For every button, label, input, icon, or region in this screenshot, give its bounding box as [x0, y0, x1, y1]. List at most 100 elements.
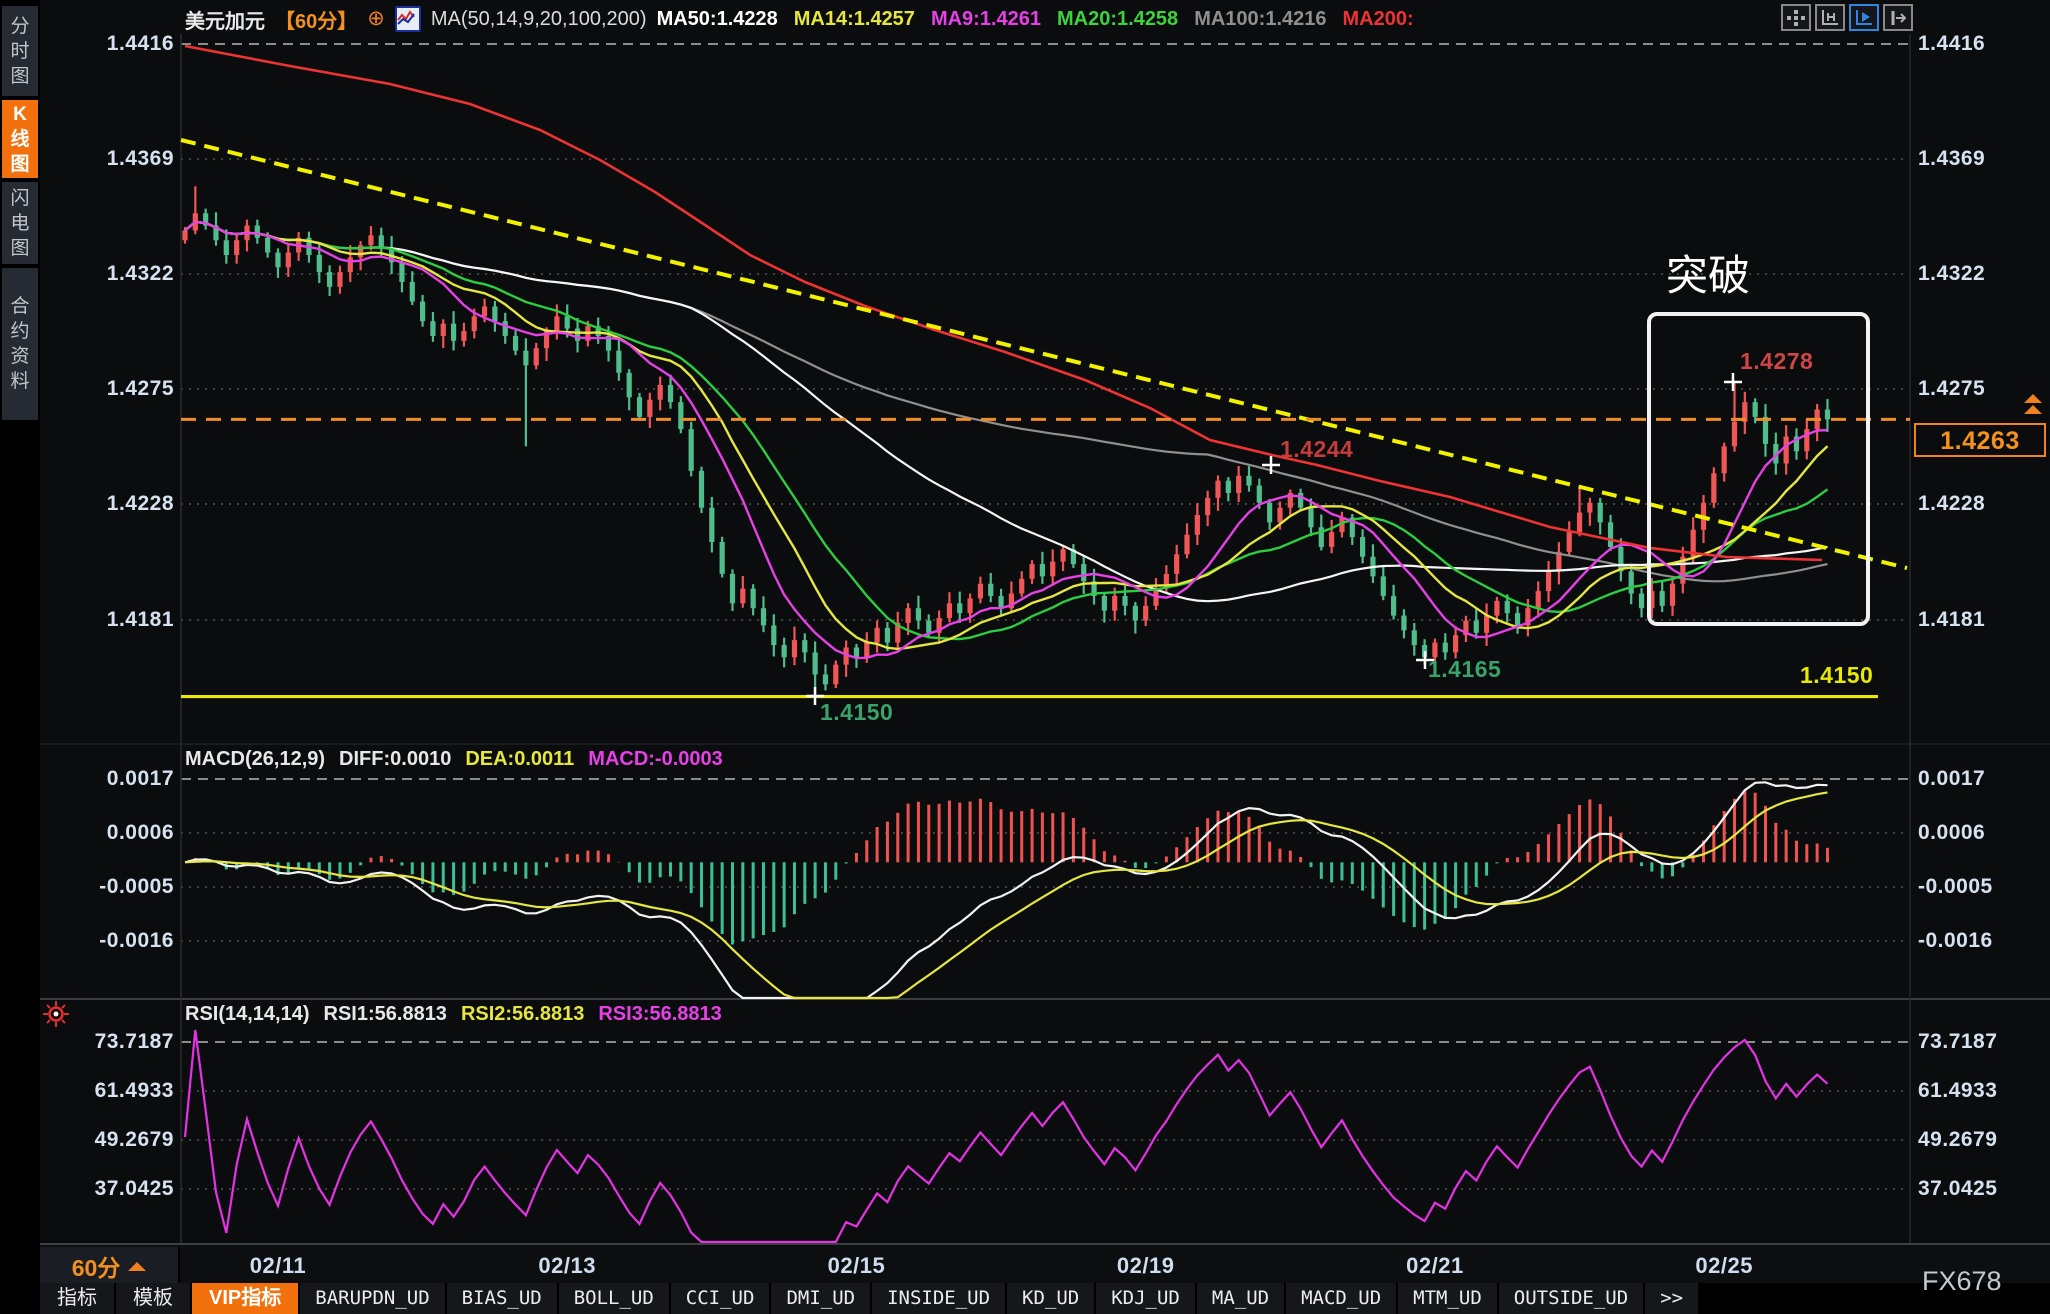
- indicator-tab-macd_ud[interactable]: MACD_UD: [1286, 1283, 1398, 1314]
- ma-legend: MA50:1.4228MA14:1.4257MA9:1.4261MA20:1.4…: [657, 8, 1414, 31]
- date-tick-label: 02/25: [1654, 1253, 1794, 1279]
- indicator-tab-barupdn_ud[interactable]: BARUPDN_UD: [300, 1283, 446, 1314]
- date-tick-label: 02/19: [1076, 1253, 1216, 1279]
- price-annotation: 1.4278: [1740, 348, 1813, 375]
- chart-canvas: [0, 0, 2050, 1314]
- ma-legend-item: MA100:1.4216: [1194, 8, 1326, 31]
- period-badge[interactable]: 【60分】: [275, 5, 357, 34]
- axis-tick-label: 1.4275: [1918, 377, 1985, 401]
- indicator-value: RSI1:56.8813: [324, 1003, 447, 1026]
- ma14-line: [185, 222, 1828, 649]
- axis-tick-label: 1.4416: [1918, 32, 1985, 56]
- ma9-line: [185, 222, 1828, 658]
- axis-tick-label: 61.4933: [1918, 1079, 1997, 1103]
- period-indicator[interactable]: 60分: [40, 1247, 180, 1285]
- trading-terminal: 分时图 K线图闪电图合约资料 美元加元 【60分】 ⊕ MA(50,14,9,20…: [0, 0, 2050, 1314]
- sidebar: 分时图 K线图闪电图合约资料: [0, 0, 40, 1314]
- axis-tick-label: 0.0017: [1918, 767, 1985, 791]
- axis-tick-label: 49.2679: [42, 1128, 174, 1152]
- ma-legend-item: MA200:: [1343, 8, 1414, 31]
- axis-tick-label: 0.0006: [42, 821, 174, 845]
- axis-tick-label: -0.0005: [1918, 875, 1993, 899]
- indicator-tab-指标[interactable]: 指标: [40, 1283, 116, 1314]
- axis-tick-label: 1.4322: [42, 262, 174, 286]
- axis-tick-label: 1.4369: [42, 147, 174, 171]
- rsi-line: [185, 1030, 1828, 1242]
- sidebar-item-2[interactable]: K线图: [2, 100, 38, 178]
- chart-header: 美元加元 【60分】 ⊕ MA(50,14,9,20,100,200) MA50…: [185, 6, 1414, 32]
- axis-scale-button[interactable]: [1815, 4, 1845, 31]
- period-up-arrow-icon: [128, 1262, 146, 1271]
- axis-tick-label: -0.0016: [42, 929, 174, 953]
- indicator-tab-kdj_ud[interactable]: KDJ_UD: [1096, 1283, 1197, 1314]
- axis-tick-label: 1.4181: [1918, 608, 1985, 632]
- axis-tick-label: 1.4369: [1918, 147, 1985, 171]
- indicator-tab-inside_ud[interactable]: INSIDE_UD: [872, 1283, 1007, 1314]
- period-indicator-label: 60分: [72, 1249, 121, 1283]
- watermark: FX678: [1922, 1266, 2002, 1297]
- date-axis-strip: 60分 02/11 02/13 02/15 02/19 02/21 02/25: [40, 1243, 2050, 1285]
- price-annotation: 1.4150: [1800, 662, 1873, 689]
- rsi-title: RSI(14,14,14): [185, 1003, 310, 1026]
- crosshair-circle-icon[interactable]: ⊕: [367, 9, 385, 29]
- indicator-tab-bar: 指标模板VIP指标BARUPDN_UDBIAS_UDBOLL_UDCCI_UDD…: [40, 1283, 2050, 1314]
- axis-tick-label: 1.4275: [42, 377, 174, 401]
- date-tick-label: 02/11: [208, 1253, 348, 1279]
- axis-tick-label: 1.4228: [42, 492, 174, 516]
- indicator-tab-more[interactable]: >>: [1645, 1283, 1700, 1314]
- axis-tick-label: 1.4228: [1918, 492, 1985, 516]
- ma200-line: [185, 46, 1822, 560]
- indicator-value: MACD:-0.0003: [588, 748, 722, 771]
- ma50-line: [185, 222, 1828, 601]
- macd-dea-line: [185, 792, 1828, 998]
- axis-tick-label: 1.4416: [42, 32, 174, 56]
- axis-tick-label: 1.4181: [42, 608, 174, 632]
- indicator-value: DEA:0.0011: [465, 748, 574, 771]
- indicator-tab-mtm_ud[interactable]: MTM_UD: [1398, 1283, 1499, 1314]
- axis-tick-label: 73.7187: [42, 1030, 174, 1054]
- axis-tick-label: 0.0006: [1918, 821, 1985, 845]
- axis-tick-label: 49.2679: [1918, 1128, 1997, 1152]
- axis-tick-label: -0.0005: [42, 875, 174, 899]
- indicator-tab-bias_ud[interactable]: BIAS_UD: [447, 1283, 559, 1314]
- indicator-tab-cci_ud[interactable]: CCI_UD: [671, 1283, 772, 1314]
- ma-legend-item: MA20:1.4258: [1057, 8, 1178, 31]
- alert-icon[interactable]: [42, 1000, 70, 1033]
- ma-params-label: MA(50,14,9,20,100,200): [431, 8, 647, 31]
- indicator-tab-dmi_ud[interactable]: DMI_UD: [771, 1283, 872, 1314]
- axis-tick-label: 1.4322: [1918, 262, 1985, 286]
- macd-header: MACD(26,12,9) DIFF:0.0010 DEA:0.0011 MACD:…: [185, 748, 723, 771]
- indicator-tab-boll_ud[interactable]: BOLL_UD: [559, 1283, 671, 1314]
- axis-tick-label: 73.7187: [1918, 1030, 1997, 1054]
- indicator-tab-模板[interactable]: 模板: [116, 1283, 192, 1314]
- macd-title: MACD(26,12,9): [185, 748, 325, 771]
- ma-legend-item: MA50:1.4228: [657, 8, 778, 31]
- sidebar-item-4[interactable]: 合约资料: [2, 268, 38, 420]
- sidebar-item-3[interactable]: 闪电图: [2, 182, 38, 264]
- rsi-header: RSI(14,14,14) RSI1:56.8813 RSI2:56.8813 RS…: [185, 1003, 722, 1026]
- indicator-tab-vip指标[interactable]: VIP指标: [192, 1283, 300, 1314]
- indicator-tab-outside_ud[interactable]: OUTSIDE_UD: [1499, 1283, 1645, 1314]
- pan-tool-button[interactable]: [1781, 4, 1811, 31]
- date-tick-label: 02/15: [786, 1253, 926, 1279]
- price-annotation: 1.4150: [820, 699, 893, 726]
- auto-scroll-button[interactable]: [1849, 4, 1879, 31]
- axis-tick-label: 0.0017: [42, 767, 174, 791]
- date-tick-label: 02/13: [497, 1253, 637, 1279]
- price-scroll-arrows-icon[interactable]: [2024, 394, 2042, 414]
- indicator-value: DIFF:0.0010: [339, 748, 451, 771]
- price-annotation: 1.4244: [1280, 436, 1353, 463]
- indicator-tab-kd_ud[interactable]: KD_UD: [1007, 1283, 1096, 1314]
- chart-type-icon[interactable]: [395, 6, 421, 32]
- macd-diff-line: [185, 782, 1828, 998]
- indicator-tab-ma_ud[interactable]: MA_UD: [1197, 1283, 1286, 1314]
- indicator-value: RSI2:56.8813: [461, 1003, 584, 1026]
- axis-tick-label: 37.0425: [42, 1177, 174, 1201]
- shift-right-button[interactable]: [1883, 4, 1913, 31]
- breakout-label: 突破: [1666, 242, 1750, 303]
- symbol-title: 美元加元: [185, 5, 265, 34]
- sidebar-item-1[interactable]: 分时图: [2, 6, 38, 96]
- axis-tick-label: 37.0425: [1918, 1177, 1997, 1201]
- date-tick-label: 02/21: [1365, 1253, 1505, 1279]
- indicator-value: RSI3:56.8813: [598, 1003, 721, 1026]
